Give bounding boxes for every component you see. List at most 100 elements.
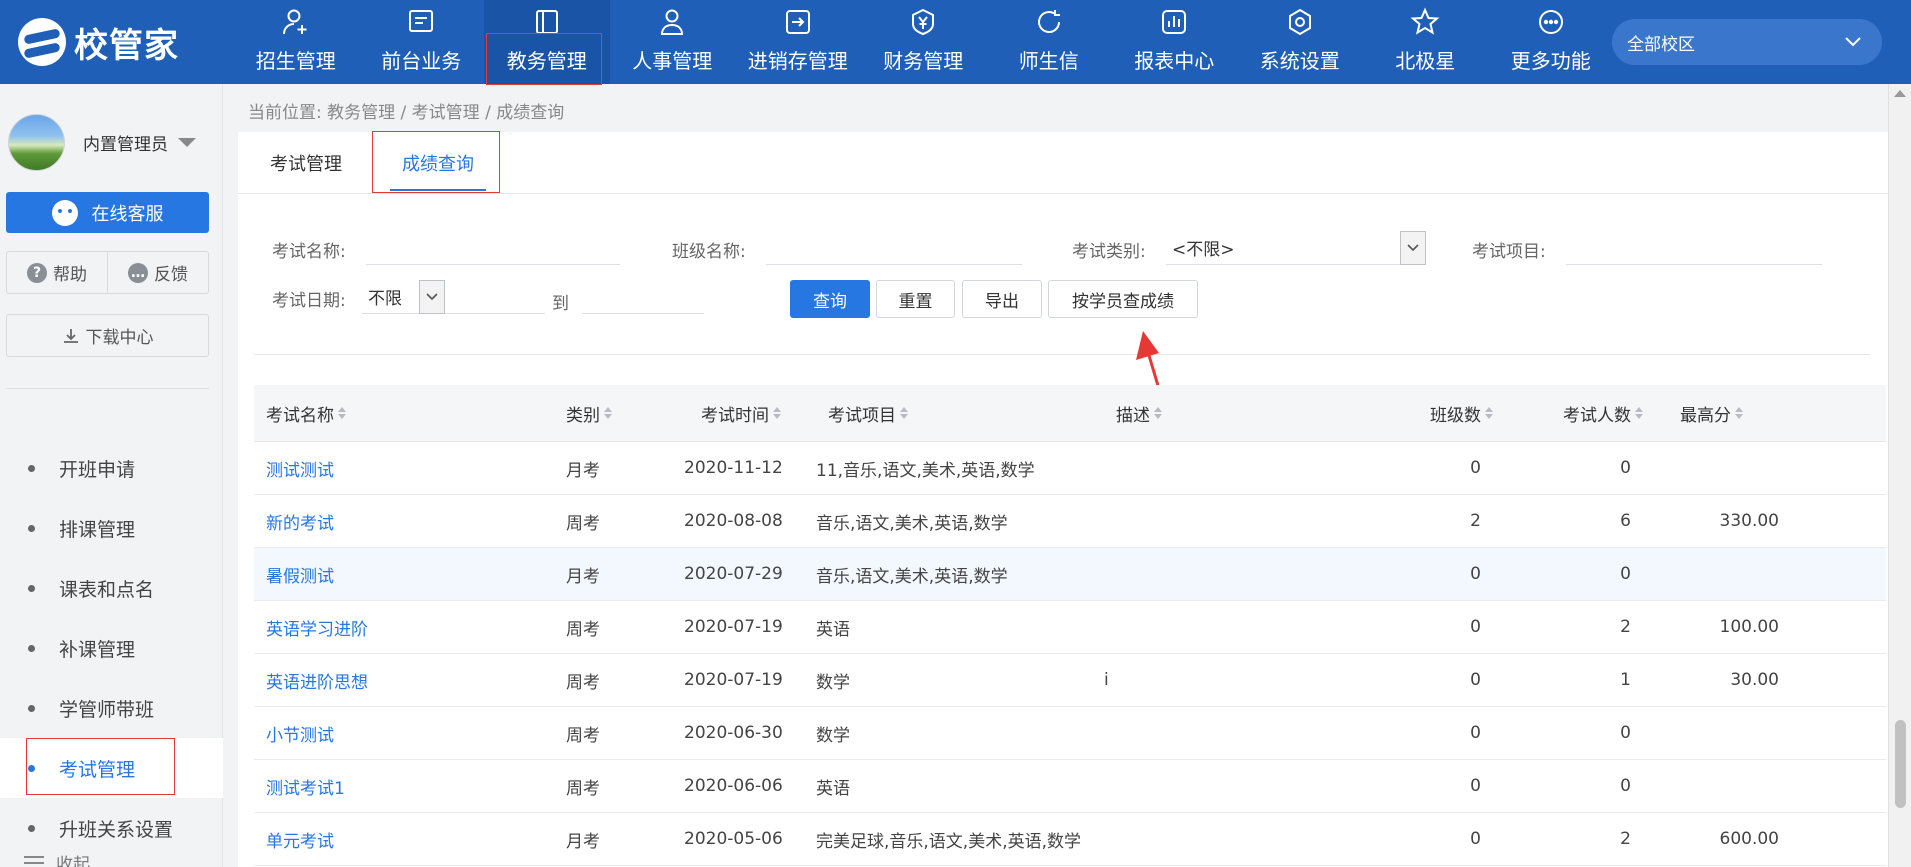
cell-item: 英语	[816, 778, 850, 799]
cell-item: 数学	[816, 672, 850, 693]
scroll-thumb[interactable]	[1895, 720, 1906, 808]
sidebar-item-label: 排课管理	[59, 518, 136, 541]
nav-item-enrollment[interactable]: 招生管理	[233, 0, 359, 84]
end-date-input[interactable]	[582, 284, 704, 314]
user-name: 内置管理员	[83, 134, 168, 155]
collapse-button[interactable]: 收起	[24, 850, 90, 867]
scroll-up-icon[interactable]	[1894, 90, 1906, 97]
yen-icon	[907, 6, 939, 38]
col-header-name[interactable]: 考试名称	[254, 401, 554, 426]
cell-classes: 0	[1470, 723, 1481, 743]
exam-name-input[interactable]	[366, 235, 620, 265]
cell-desc: i	[1104, 670, 1109, 690]
exam-name-link[interactable]: 单元考试	[254, 827, 554, 852]
exam-name-link[interactable]: 测试测试	[254, 456, 554, 481]
avatar	[8, 113, 65, 171]
exam-date-label: 考试日期:	[272, 291, 346, 311]
book-icon	[531, 6, 563, 38]
chat-icon	[1033, 6, 1065, 38]
bullet-icon	[28, 644, 35, 652]
table-row[interactable]: 英语进阶思想 周考 2020-07-19 数学 i 0 1 30.00	[254, 654, 1886, 707]
reset-button[interactable]: 重置	[876, 280, 955, 318]
col-header-count[interactable]: 考试人数	[1501, 401, 1651, 426]
sort-icon	[1485, 407, 1493, 419]
col-header-max[interactable]: 最高分	[1651, 401, 1801, 426]
nav-item-reports[interactable]: 报表中心	[1112, 0, 1238, 84]
user-profile[interactable]: 内置管理员	[8, 112, 218, 172]
col-header-time[interactable]: 考试时间	[684, 401, 816, 426]
exam-type-select[interactable]: <不限>	[1166, 231, 1426, 265]
sort-icon	[1735, 407, 1743, 419]
feedback-button[interactable]: … 反馈	[107, 252, 208, 293]
download-center-button[interactable]: 下载中心	[6, 314, 209, 357]
sidebar-item-makeup[interactable]: 补课管理	[0, 618, 223, 678]
export-button[interactable]: 导出	[962, 280, 1042, 318]
cell-count: 6	[1620, 511, 1631, 531]
exam-item-input[interactable]	[1566, 235, 1822, 265]
col-header-category[interactable]: 类别	[554, 401, 684, 426]
feedback-icon: …	[128, 262, 148, 283]
chat-bubble-icon	[51, 199, 78, 226]
sidebar-item-class-application[interactable]: 开班申请	[0, 438, 223, 498]
exam-name-link[interactable]: 英语进阶思想	[254, 668, 554, 693]
chevron-down-icon	[419, 280, 445, 314]
nav-item-settings[interactable]: 系统设置	[1237, 0, 1363, 84]
exam-name-link[interactable]: 英语学习进阶	[254, 615, 554, 640]
sidebar-item-tutor-class[interactable]: 学管师带班	[0, 678, 223, 738]
tab-exam-management[interactable]: 考试管理	[270, 132, 342, 194]
cell-classes: 0	[1470, 458, 1481, 478]
campus-select[interactable]: 全部校区	[1612, 19, 1882, 65]
cell-time: 2020-07-29	[684, 564, 783, 584]
sort-icon	[338, 407, 346, 419]
cell-classes: 2	[1470, 511, 1481, 531]
table-row[interactable]: 暑假测试 月考 2020-07-29 音乐,语文,美术,英语,数学 0 0	[254, 548, 1886, 601]
exam-item-label: 考试项目:	[1472, 242, 1546, 262]
table-row[interactable]: 小节测试 周考 2020-06-30 数学 0 0	[254, 707, 1886, 760]
cell-count: 0	[1620, 458, 1631, 478]
tab-score-query[interactable]: 成绩查询	[390, 132, 486, 194]
help-label: 帮助	[53, 265, 87, 285]
cell-classes: 0	[1470, 670, 1481, 690]
sidebar-item-timetable[interactable]: 课表和点名	[0, 558, 223, 618]
exam-name-link[interactable]: 小节测试	[254, 721, 554, 746]
sidebar-item-scheduling[interactable]: 排课管理	[0, 498, 223, 558]
sidebar-item-label: 学管师带班	[59, 698, 155, 721]
chart-icon	[1158, 6, 1190, 38]
nav-item-polaris[interactable]: 北极星	[1363, 0, 1489, 84]
table-row[interactable]: 测试考试1 周考 2020-06-06 英语 0 0	[254, 760, 1886, 813]
nav-item-messages[interactable]: 师生信	[986, 0, 1112, 84]
table-row[interactable]: 测试测试 月考 2020-11-12 11,音乐,语文,美术,英语,数学 0 0	[254, 442, 1886, 495]
logo[interactable]: 校管家	[18, 16, 179, 68]
exam-name-link[interactable]: 测试考试1	[254, 774, 554, 799]
help-feedback-row: ? 帮助 … 反馈	[6, 251, 209, 294]
nav-item-academic[interactable]: 教务管理	[484, 0, 610, 85]
nav-item-inventory[interactable]: 进销存管理	[735, 0, 861, 84]
nav-label: 前台业务	[381, 49, 462, 73]
nav-label: 报表中心	[1134, 49, 1215, 73]
nav-item-more[interactable]: 更多功能	[1488, 0, 1614, 84]
online-service-label: 在线客服	[91, 203, 164, 225]
nav-item-finance[interactable]: 财务管理	[861, 0, 987, 84]
table-row[interactable]: 新的考试 周考 2020-08-08 音乐,语文,美术,英语,数学 2 6 33…	[254, 495, 1886, 548]
col-header-desc[interactable]: 描述	[1116, 401, 1336, 426]
col-header-item[interactable]: 考试项目	[816, 401, 1116, 426]
sidebar-item-exam-management[interactable]: 考试管理	[0, 738, 223, 798]
date-mode-select[interactable]: 不限	[362, 280, 445, 314]
table-row[interactable]: 英语学习进阶 周考 2020-07-19 英语 0 2 100.00	[254, 601, 1886, 654]
table-row[interactable]: 单元考试 月考 2020-05-06 完美足球,音乐,语文,美术,英语,数学 0…	[254, 813, 1886, 866]
page-scrollbar[interactable]	[1888, 84, 1911, 867]
nav-item-hr[interactable]: 人事管理	[610, 0, 736, 84]
start-date-input[interactable]	[445, 284, 545, 314]
query-button[interactable]: 查询	[790, 280, 870, 318]
help-button[interactable]: ? 帮助	[7, 252, 107, 293]
nav-item-front-desk[interactable]: 前台业务	[359, 0, 485, 84]
query-by-student-button[interactable]: 按学员查成绩	[1048, 280, 1198, 318]
online-service-button[interactable]: 在线客服	[6, 192, 209, 233]
cell-count: 0	[1620, 776, 1631, 796]
exam-name-link[interactable]: 新的考试	[254, 509, 554, 534]
col-header-classes[interactable]: 班级数	[1336, 401, 1501, 426]
sort-icon	[900, 407, 908, 419]
sidebar-item-promotion-settings[interactable]: 升班关系设置	[0, 798, 223, 858]
class-name-input[interactable]	[766, 235, 1022, 265]
exam-name-link[interactable]: 暑假测试	[254, 562, 554, 587]
